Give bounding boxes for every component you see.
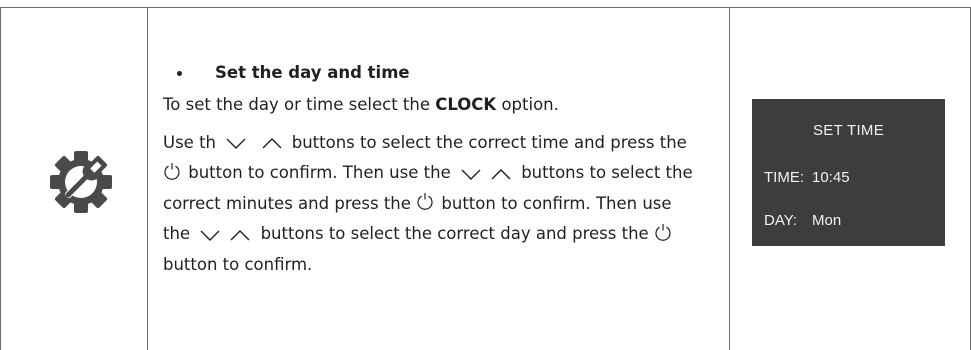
time-label: TIME:	[764, 169, 804, 186]
chevron-down-icon	[461, 169, 481, 180]
intro-paragraph: To set the day or time select the CLOCK …	[163, 90, 723, 121]
text-part-b: buttons to select the correct time and p…	[286, 132, 687, 152]
chevron-down-icon	[226, 138, 246, 149]
clock-option-label: CLOCK	[435, 95, 497, 114]
table-border-left	[0, 7, 1, 350]
lcd-display: SET TIME TIME: 10:45 DAY: Mon	[752, 99, 945, 246]
table-top-border	[0, 7, 971, 8]
section-heading: Set the day and time	[163, 58, 723, 88]
text-part-h: buttons to select the correct day and pr…	[255, 224, 654, 243]
text-part-e: correct minutes and press the	[163, 193, 417, 213]
instruction-table: Set the day and time To set the day or t…	[0, 0, 971, 350]
display-time-row: TIME: 10:45	[764, 169, 850, 186]
chevron-down-icon	[200, 230, 220, 241]
display-day-row: DAY: Mon	[764, 212, 841, 229]
display-title: SET TIME	[812, 122, 885, 139]
intro-prefix: To set the day or time select the	[163, 95, 436, 114]
chevron-up-icon	[230, 229, 250, 240]
intro-suffix: option.	[496, 95, 559, 114]
text-part-c: button to confirm. Then use the	[183, 163, 456, 182]
day-value: Mon	[812, 212, 842, 229]
heading-text: Set the day and time	[215, 62, 410, 82]
steps-paragraph: Use th buttons to select the correct tim…	[163, 128, 723, 281]
instruction-content: Set the day and time To set the day or t…	[163, 58, 723, 280]
time-value: 10:45	[812, 169, 850, 186]
power-icon	[417, 193, 433, 210]
table-divider-2	[729, 7, 730, 350]
day-label: DAY:	[764, 212, 798, 229]
text-part-a: Use th	[163, 132, 216, 152]
gear-wrench-icon	[48, 149, 114, 215]
bullet-icon	[177, 70, 182, 76]
power-icon	[164, 162, 180, 180]
text-part-d: buttons to select the	[515, 163, 693, 182]
chevron-up-icon	[262, 138, 281, 149]
table-divider-1	[147, 7, 148, 350]
text-part-i: button to confirm.	[163, 254, 313, 274]
power-icon	[655, 223, 671, 241]
text-part-f: button to confirm. Then use	[436, 193, 672, 213]
text-part-g: the	[163, 224, 196, 243]
chevron-up-icon	[491, 168, 511, 179]
